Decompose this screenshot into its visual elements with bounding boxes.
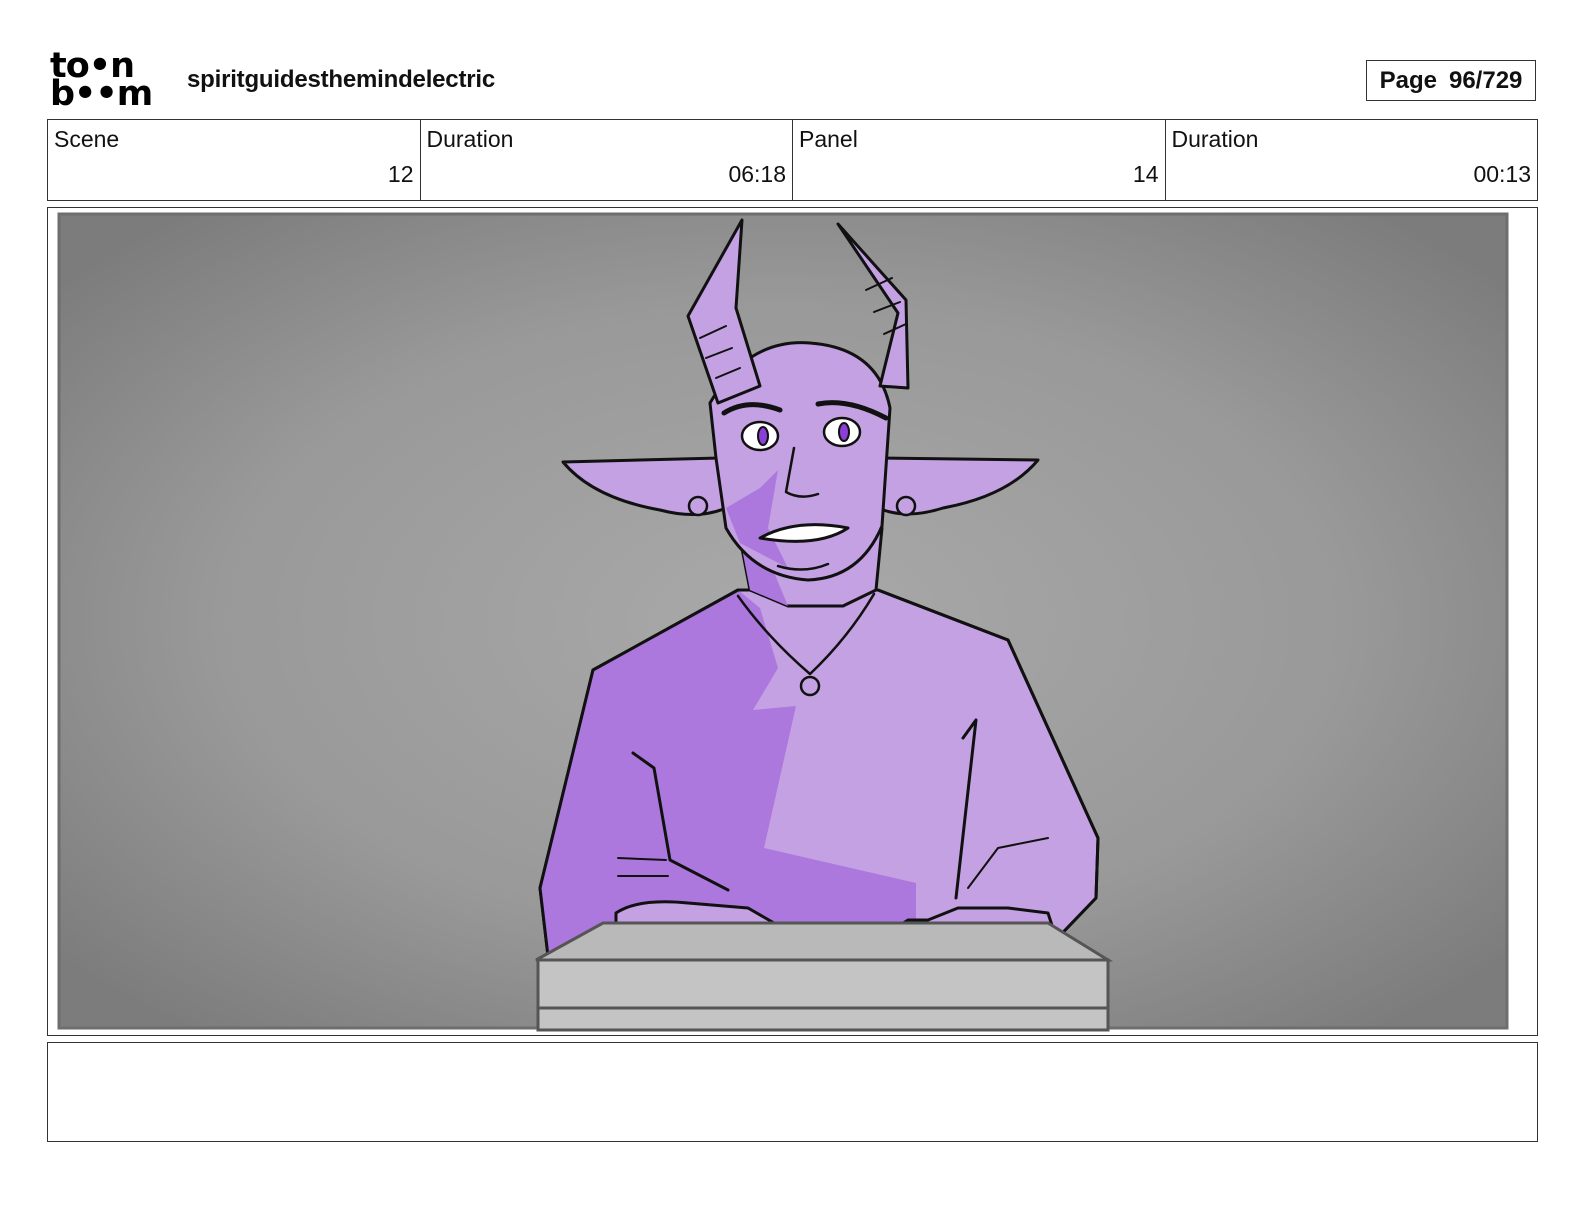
scene-duration-cell: Duration 06:18 — [421, 120, 793, 200]
panel-cell: Panel 14 — [793, 120, 1166, 200]
scene-duration-value: 06:18 — [728, 161, 786, 187]
scene-value: 12 — [387, 161, 414, 187]
dialogue-notes-box — [47, 1042, 1538, 1142]
panel-drawing — [57, 212, 1509, 1032]
project-title: spiritguidesthemindelectric — [187, 66, 496, 93]
page-label: Page — [1379, 66, 1437, 94]
scene-label: Scene — [54, 126, 120, 152]
panel-duration-label: Duration — [1171, 126, 1259, 152]
storyboard-panel — [47, 207, 1538, 1036]
desk — [535, 921, 1114, 1032]
page-number: 96/729 — [1448, 66, 1523, 94]
scene-duration-label: Duration — [426, 126, 514, 152]
scene-cell: Scene 12 — [48, 120, 421, 200]
toonboom-logo: to•n b••m — [50, 49, 166, 114]
scene-info-table: Scene 12 Duration 06:18 Panel 14 Duratio… — [47, 119, 1538, 201]
page-indicator: Page 96/729 — [1366, 60, 1536, 101]
logo-line-2: b••m — [50, 74, 153, 114]
panel-duration-cell: Duration 00:13 — [1166, 120, 1538, 200]
panel-duration-value: 00:13 — [1473, 161, 1531, 187]
panel-label: Panel — [799, 126, 858, 152]
panel-value: 14 — [1132, 161, 1159, 187]
